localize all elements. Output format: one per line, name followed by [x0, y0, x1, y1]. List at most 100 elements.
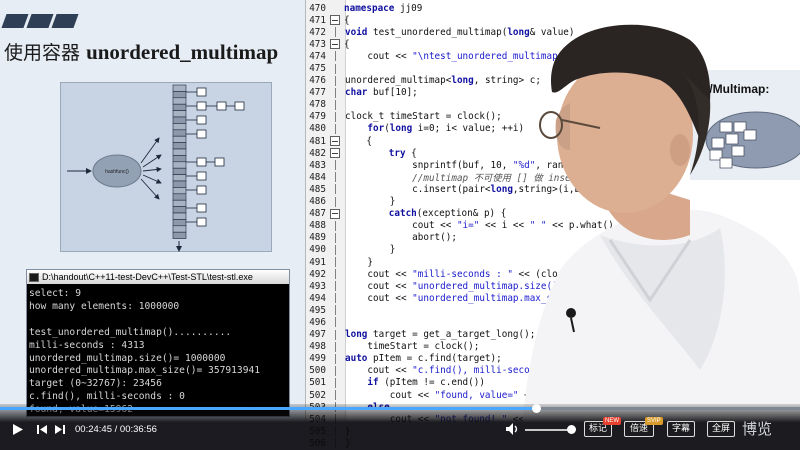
progress-fill — [0, 407, 536, 410]
code-text: long target = get_a_target_long(); — [345, 329, 536, 341]
line-number: 480 — [309, 123, 326, 135]
fold-guide — [335, 75, 341, 86]
bucket-slot — [172, 84, 187, 92]
code-text: } — [345, 256, 373, 268]
current-time: 00:24:45 — [75, 424, 112, 435]
code-line[interactable]: 502 cout << "found, value=" << (*pItem).… — [306, 389, 800, 401]
line-number: 472 — [309, 26, 326, 38]
watermark: 博览 — [742, 420, 773, 438]
code-text: abort(); — [345, 232, 457, 244]
bucket-slot — [172, 148, 187, 156]
console-line: test_unordered_multimap().......... — [29, 326, 232, 338]
line-number: 489 — [309, 232, 326, 244]
fullscreen-button[interactable]: 全屏 — [707, 421, 735, 437]
line-number: 482 — [309, 147, 326, 159]
fold-guide — [335, 390, 341, 401]
code-line[interactable]: 499 auto pItem = c.find(target); — [306, 353, 800, 365]
fold-toggle-icon[interactable] — [330, 148, 340, 159]
code-line[interactable]: 494 cout << "unordered_multimap.max_size… — [306, 292, 800, 304]
play-icon[interactable] — [12, 423, 24, 436]
bucket-slot — [172, 212, 187, 220]
code-line[interactable]: 472 void test_unordered_multimap(long& va… — [306, 26, 800, 38]
fold-toggle-icon[interactable] — [330, 136, 340, 147]
line-number: 486 — [309, 196, 326, 208]
code-line[interactable]: 490 } — [306, 244, 800, 256]
code-line[interactable]: 473 { — [306, 38, 800, 50]
fold-guide — [335, 99, 341, 110]
line-number: 483 — [309, 159, 326, 171]
playback-time: 00:24:45 / 00:36:56 — [75, 424, 157, 435]
console-line: unordered_multimap.size()= 1000000 — [29, 352, 226, 364]
line-number: 484 — [309, 171, 326, 183]
code-text: } — [345, 196, 396, 208]
fold-guide — [335, 87, 341, 98]
code-text: { — [344, 135, 372, 147]
progress-knob[interactable] — [532, 404, 541, 413]
fold-guide — [335, 244, 341, 255]
line-number: 477 — [309, 87, 326, 99]
code-line[interactable]: 493 cout << "unordered_multimap.size()= … — [306, 280, 800, 292]
volume-icon[interactable] — [505, 422, 521, 436]
code-line[interactable]: 488 cout << "i=" << i << " " << p.what()… — [306, 220, 800, 232]
code-text: void test_unordered_multimap(long& value… — [345, 26, 575, 38]
prev-icon[interactable] — [36, 424, 48, 435]
code-line[interactable]: 501 if (pItem != c.end()) — [306, 377, 800, 389]
new-badge: NEW — [603, 417, 621, 425]
fold-guide — [335, 365, 341, 376]
code-line[interactable]: 498 timeStart = clock(); — [306, 341, 800, 353]
fold-guide — [335, 329, 341, 340]
fold-toggle-icon[interactable] — [330, 208, 340, 219]
bucket-slot — [172, 135, 187, 143]
bucket-slot — [172, 123, 187, 131]
bucket-slot — [172, 142, 187, 150]
bucket-slot — [172, 155, 187, 163]
fold-toggle-icon[interactable] — [330, 15, 340, 26]
console-title: D:\handout\C++11-test-DevC++\Test-STL\te… — [42, 272, 253, 282]
code-editor[interactable]: 470 namespace jj09 471 {472 void test_unorde… — [305, 0, 800, 449]
subtitle-button[interactable]: 字幕 — [667, 421, 695, 437]
console-line: select: 9 — [29, 288, 81, 299]
fold-guide — [335, 111, 341, 122]
bucket-slot — [172, 231, 187, 239]
code-line[interactable]: 485 c.insert(pair<long,string>(i,buf)); — [306, 183, 800, 195]
bucket-slot — [172, 116, 187, 124]
code-line[interactable]: 492 cout << "milli-seconds : " << (clock… — [306, 268, 800, 280]
fold-guide — [335, 317, 341, 328]
line-number: 485 — [309, 183, 326, 195]
bucket-slot — [172, 129, 187, 137]
code-text: clock_t timeStart = clock(); — [345, 111, 502, 123]
code-line[interactable]: 495 — [306, 304, 800, 316]
code-line[interactable]: 500 cout << "c.find(), milli-seconds : "… — [306, 365, 800, 377]
fold-guide — [335, 27, 341, 38]
code-line[interactable]: 486 } — [306, 196, 800, 208]
fold-guide — [335, 232, 341, 243]
code-line[interactable]: 489 abort(); — [306, 232, 800, 244]
code-line[interactable]: 496 — [306, 316, 800, 328]
fold-guide — [335, 257, 341, 268]
code-line[interactable]: 470 namespace jj09 — [306, 2, 800, 14]
line-number: 476 — [309, 75, 326, 87]
console-titlebar[interactable]: D:\handout\C++11-test-DevC++\Test-STL\te… — [27, 270, 289, 284]
code-line[interactable]: 487 catch(exception& p) { — [306, 208, 800, 220]
fold-toggle-icon[interactable] — [330, 39, 340, 50]
code-text: for(long i=0; i< value; ++i) — [367, 123, 525, 135]
next-icon[interactable] — [54, 424, 66, 435]
line-number: 481 — [309, 135, 326, 147]
line-number: 501 — [309, 377, 326, 389]
code-line[interactable]: 497 long target = get_a_target_long(); — [306, 329, 800, 341]
code-line[interactable]: 491 } — [306, 256, 800, 268]
fold-guide — [335, 196, 341, 207]
code-line[interactable]: 471 { — [306, 14, 800, 26]
line-number: 475 — [309, 63, 326, 75]
hashtable-diagram: hashfunc() — [60, 82, 272, 252]
line-number: 490 — [309, 244, 326, 256]
code-line[interactable]: 474 cout << "\ntest_unordered_multimap()… — [306, 50, 800, 62]
line-number: 498 — [309, 341, 326, 353]
fold-guide — [335, 220, 341, 231]
progress-bar[interactable] — [0, 404, 800, 413]
console-window[interactable]: D:\handout\C++11-test-DevC++\Test-STL\te… — [26, 269, 290, 417]
line-number: 499 — [309, 353, 326, 365]
code-text: auto pItem = c.find(target); — [345, 353, 502, 365]
fold-guide — [335, 377, 341, 388]
volume-knob[interactable] — [567, 425, 576, 434]
